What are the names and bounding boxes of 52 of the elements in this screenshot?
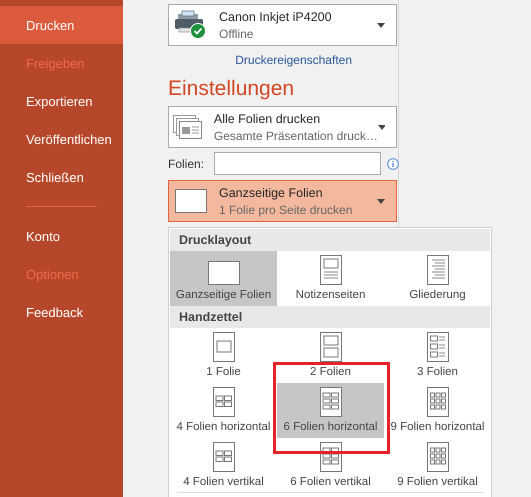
layout-option[interactable]: Gliederung (384, 251, 491, 306)
handout-page-icon (212, 387, 234, 417)
notes-page-icon (320, 255, 342, 285)
sidebar-item[interactable]: Schließen (0, 158, 123, 196)
layout-option[interactable]: 9 Folien horizontal (384, 383, 491, 438)
printer-dropdown[interactable]: Canon Inkjet iP4200 Offline (168, 4, 397, 46)
section-heading: Einstellungen (168, 77, 296, 101)
info-icon (387, 158, 399, 170)
layout-option[interactable]: 9 Folien vertikal (384, 438, 491, 493)
sidebar-item[interactable]: Exportieren (0, 82, 123, 120)
slides-input-field[interactable] (214, 152, 381, 175)
print-range-title: Alle Folien drucken (214, 112, 322, 126)
caret-icon (377, 22, 385, 28)
layout-option[interactable]: 4 Folien vertikal (170, 438, 277, 493)
layout-option[interactable]: 2 Folien (277, 328, 384, 383)
menu-section-header: Drucklayout (170, 229, 490, 251)
print-range-dropdown[interactable]: Alle Folien drucken Gesamte Präsentation druck… (168, 106, 397, 148)
caret-icon (378, 124, 385, 130)
sidebar-item[interactable]: Konto (0, 217, 123, 255)
print-range-subtitle: Gesamte Präsentation druck… (214, 128, 378, 142)
layout-title: Ganzseitige Folien (219, 186, 324, 200)
layout-option[interactable]: 1 Folie (170, 328, 277, 383)
layout-option[interactable]: Notizenseiten (277, 251, 384, 306)
layout-option[interactable]: 6 Folien vertikal (277, 438, 384, 493)
menu-section-header: Handzettel (170, 306, 490, 328)
printer-icon (174, 10, 208, 40)
slides-label: Folien: (168, 156, 206, 170)
handout-page-icon (320, 387, 342, 417)
layout-dropdown[interactable]: Ganzseitige Folien 1 Folie pro Seite drucken (168, 180, 397, 222)
handout-page-icon (320, 332, 342, 362)
handout-page-icon (426, 332, 448, 362)
printer-properties-link[interactable]: Druckereigenschaften (235, 53, 352, 67)
layout-option[interactable]: 4 Folien horizontal (170, 383, 277, 438)
printer-status: Offline (219, 26, 254, 40)
printer-name: Canon Inkjet iP4200 (219, 10, 333, 24)
layout-option[interactable]: Ganzseitige Folien (170, 251, 277, 306)
sidebar-item[interactable]: Drucken (0, 6, 123, 44)
slides-stack-icon (173, 115, 204, 139)
sidebar-item[interactable]: Feedback (0, 293, 123, 331)
slide-icon (175, 189, 207, 213)
handout-page-icon (212, 332, 234, 362)
handout-page-icon (320, 442, 342, 472)
handout-page-icon (426, 442, 448, 472)
outline-page-icon (426, 255, 448, 285)
slide-icon (208, 261, 240, 285)
layout-option[interactable]: 6 Folien horizontal (277, 383, 384, 438)
sidebar-item[interactable]: Veröffentlichen (0, 120, 123, 158)
handout-page-icon (212, 442, 234, 472)
layout-option[interactable]: 3 Folien (384, 328, 491, 383)
layout-subtitle: 1 Folie pro Seite drucken (219, 202, 354, 216)
caret-icon (377, 198, 385, 204)
handout-page-icon (426, 387, 448, 417)
